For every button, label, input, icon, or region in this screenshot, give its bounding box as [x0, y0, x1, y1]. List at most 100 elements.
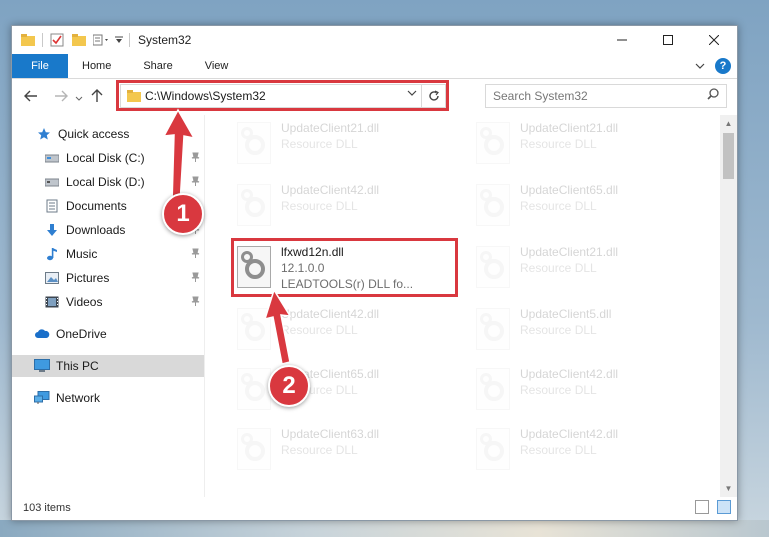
annotation-arrow-2: [264, 288, 292, 365]
navigation-bar: C:\Windows\System32 Search System32: [12, 79, 737, 115]
chevron-down-icon[interactable]: [115, 32, 123, 48]
pin-icon[interactable]: [191, 248, 200, 261]
window-title: System32: [138, 33, 192, 47]
document-icon: [44, 198, 60, 214]
dll-file-icon: [476, 122, 510, 164]
file-name: UpdateClient5.dll: [520, 307, 612, 321]
file-item-lfxwd12n[interactable]: lfxwd12n.dll 12.1.0.0 LEADTOOLS(r) DLL fo.…: [231, 239, 461, 295]
sidebar-item-music[interactable]: Music: [12, 243, 204, 265]
file-type: Resource DLL: [281, 199, 358, 213]
scrollbar-thumb[interactable]: [723, 133, 734, 179]
properties-checkmark-icon[interactable]: [49, 32, 65, 48]
pin-icon[interactable]: [191, 296, 200, 309]
file-name: UpdateClient42.dll: [520, 427, 619, 441]
file-explorer-window: System32 File Home Share View ? C:\Windo…: [11, 25, 738, 521]
dll-file-icon: [237, 122, 271, 164]
dll-file-icon: [476, 308, 510, 350]
file-type: Resource DLL: [520, 261, 597, 275]
sidebar-item-label: Videos: [66, 295, 103, 309]
scroll-up-icon[interactable]: ▲: [720, 115, 737, 132]
file-item[interactable]: UpdateClient65.dll Resource DLL: [470, 177, 700, 233]
dll-file-icon: [476, 428, 510, 470]
title-bar: System32: [12, 26, 737, 54]
customize-toolbar-icon[interactable]: [93, 32, 109, 48]
file-item[interactable]: UpdateClient42.dll Resource DLL: [231, 177, 461, 233]
dll-file-icon: [237, 184, 271, 226]
search-input[interactable]: Search System32: [485, 84, 727, 108]
recent-locations-chevron-icon[interactable]: [72, 89, 86, 105]
pin-icon[interactable]: [191, 272, 200, 285]
quick-access-toolbar: [12, 32, 130, 48]
star-icon: [36, 126, 52, 142]
sidebar-item-label: Local Disk (D:): [66, 175, 145, 189]
sidebar-item-label: Documents: [66, 199, 127, 213]
file-item[interactable]: UpdateClient63.dll Resource DLL: [231, 421, 461, 477]
back-arrow-icon[interactable]: [20, 89, 42, 105]
dll-file-icon: [476, 246, 510, 288]
drive-icon: [44, 150, 60, 166]
vertical-scrollbar[interactable]: ▲ ▼: [720, 115, 737, 497]
sidebar-item-label: Network: [56, 391, 101, 405]
tab-view[interactable]: View: [189, 54, 245, 78]
cloud-icon: [34, 326, 50, 342]
file-name: UpdateClient21.dll: [520, 245, 619, 259]
status-bar: 103 items: [12, 495, 737, 520]
dll-file-icon: [237, 428, 271, 470]
picture-icon: [44, 270, 60, 286]
view-switcher: [695, 500, 731, 514]
forward-arrow-icon[interactable]: [50, 89, 72, 105]
address-bar-highlight: [116, 80, 449, 111]
file-name: UpdateClient63.dll: [281, 427, 380, 441]
file-name: UpdateClient42.dll: [520, 367, 619, 381]
file-name: UpdateClient65.dll: [520, 183, 619, 197]
large-icons-view-icon[interactable]: [717, 500, 731, 514]
file-item[interactable]: UpdateClient42.dll Resource DLL: [470, 421, 700, 477]
drive-icon: [44, 174, 60, 190]
folder-icon: [20, 32, 36, 48]
help-icon[interactable]: ?: [715, 58, 731, 74]
sidebar-item-label: Downloads: [66, 223, 126, 237]
ribbon-tabs: File Home Share View ?: [12, 54, 737, 79]
sidebar-item-this-pc[interactable]: This PC: [12, 355, 204, 377]
file-item[interactable]: UpdateClient65.dll Resource DLL: [231, 361, 461, 417]
tab-file[interactable]: File: [12, 54, 68, 78]
sidebar-item-onedrive[interactable]: OneDrive: [12, 323, 204, 345]
file-item[interactable]: UpdateClient42.dll Resource DLL: [470, 361, 700, 417]
file-type: Resource DLL: [520, 323, 597, 337]
sidebar-item-network[interactable]: Network: [12, 387, 204, 409]
maximize-button[interactable]: [645, 26, 691, 54]
file-name: UpdateClient42.dll: [281, 183, 380, 197]
file-version: 12.1.0.0: [281, 261, 325, 275]
dll-file-icon: [476, 368, 510, 410]
file-type: Resource DLL: [520, 199, 597, 213]
file-item[interactable]: UpdateClient5.dll Resource DLL: [470, 301, 700, 357]
up-arrow-icon[interactable]: [86, 88, 108, 106]
details-view-icon[interactable]: [695, 500, 709, 514]
sidebar-item-label: Local Disk (C:): [66, 151, 145, 165]
tab-share[interactable]: Share: [127, 54, 188, 78]
minimize-button[interactable]: [599, 26, 645, 54]
file-name: UpdateClient21.dll: [520, 121, 619, 135]
sidebar-item-videos[interactable]: Videos: [12, 291, 204, 313]
new-folder-icon[interactable]: [71, 32, 87, 48]
search-placeholder: Search System32: [493, 89, 588, 103]
ribbon-right-controls: ?: [695, 58, 731, 74]
sidebar-item-label: This PC: [56, 359, 99, 373]
tab-home[interactable]: Home: [68, 54, 127, 78]
file-name: lfxwd12n.dll: [281, 245, 344, 259]
toolbar-divider: [129, 33, 130, 47]
file-item[interactable]: UpdateClient21.dll Resource DLL: [470, 115, 700, 171]
explorer-body: Quick access Local Disk (C:) Local Disk …: [12, 115, 737, 497]
download-arrow-icon: [44, 222, 60, 238]
close-button[interactable]: [691, 26, 737, 54]
file-item[interactable]: UpdateClient21.dll Resource DLL: [470, 239, 700, 295]
dll-file-icon: [237, 246, 271, 288]
file-item[interactable]: UpdateClient21.dll Resource DLL: [231, 115, 461, 171]
file-name: UpdateClient21.dll: [281, 121, 380, 135]
item-count: 103 items: [23, 501, 71, 514]
search-icon[interactable]: [707, 88, 719, 103]
sidebar-item-pictures[interactable]: Pictures: [12, 267, 204, 289]
network-icon: [34, 390, 50, 406]
file-type: Resource DLL: [281, 137, 358, 151]
expand-ribbon-icon[interactable]: [695, 59, 705, 73]
